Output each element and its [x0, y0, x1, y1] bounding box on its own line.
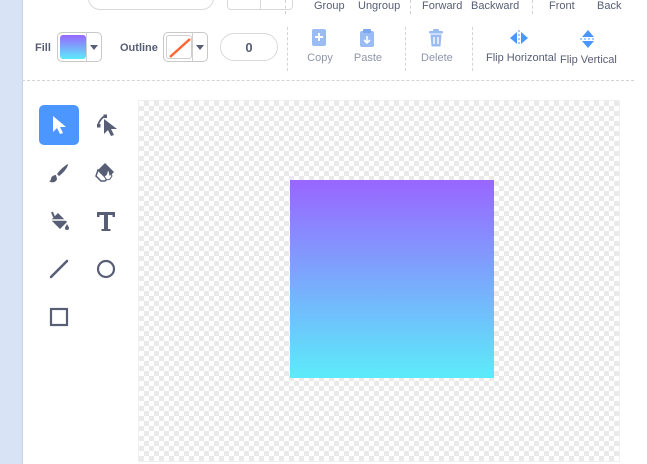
rectangle-icon — [49, 307, 69, 327]
flip-horizontal-button[interactable]: Flip Horizontal — [486, 28, 556, 64]
back-button[interactable]: Back — [597, 0, 621, 12]
outline-width-input[interactable]: 0 — [220, 33, 278, 61]
text-t-icon — [97, 212, 115, 231]
arrow-pointer-icon — [53, 116, 66, 134]
delete-button[interactable]: Delete — [421, 28, 453, 64]
fill-label: Fill — [35, 42, 51, 54]
copy-icon — [312, 29, 326, 46]
copy-button[interactable]: Copy — [306, 28, 334, 64]
trash-icon — [429, 29, 443, 47]
circle-icon — [96, 259, 116, 279]
no-color-icon — [166, 35, 192, 59]
forward-button[interactable]: Forward — [422, 0, 462, 12]
flip-vertical-icon — [580, 30, 596, 48]
outline-label: Outline — [120, 42, 158, 54]
front-button[interactable]: Front — [549, 0, 575, 12]
fill-color-sample — [60, 35, 86, 59]
fill-tool[interactable] — [39, 201, 79, 241]
left-panel-strip — [0, 0, 23, 464]
gradient-rectangle-shape[interactable] — [290, 180, 494, 378]
eraser-icon — [95, 163, 114, 182]
outline-color-picker[interactable] — [163, 32, 208, 62]
undo-redo-group — [227, 0, 293, 10]
eraser-tool[interactable] — [86, 153, 126, 193]
top-arrange-bar: Group Ungroup Forward Backward Front Bac… — [22, 0, 647, 16]
circle-tool[interactable] — [86, 249, 126, 289]
paste-button[interactable]: Paste — [353, 28, 383, 64]
group-button[interactable]: Group — [314, 0, 345, 12]
text-tool[interactable] — [86, 201, 126, 241]
flip-vertical-button[interactable]: Flip Vertical — [560, 28, 617, 66]
paint-canvas[interactable] — [138, 100, 620, 462]
brush-tool[interactable] — [39, 153, 79, 193]
rectangle-tool[interactable] — [39, 297, 79, 337]
fill-color-picker[interactable] — [57, 32, 102, 62]
backward-button[interactable]: Backward — [471, 0, 519, 12]
brush-icon — [49, 164, 68, 183]
select-tool[interactable] — [39, 105, 79, 145]
paste-icon — [360, 29, 374, 47]
reshape-tool[interactable] — [86, 105, 126, 145]
chevron-down-icon — [192, 33, 207, 61]
chevron-down-icon — [86, 33, 101, 61]
line-tool[interactable] — [39, 249, 79, 289]
ungroup-button[interactable]: Ungroup — [358, 0, 400, 12]
paint-toolbar: Fill Outline 0 Copy Paste Delete Flip Ho… — [22, 20, 647, 80]
paint-bucket-icon — [51, 211, 69, 230]
line-icon — [49, 259, 69, 279]
reshape-icon — [97, 114, 117, 136]
flip-horizontal-icon — [510, 30, 528, 46]
costume-name-input[interactable] — [88, 0, 214, 10]
